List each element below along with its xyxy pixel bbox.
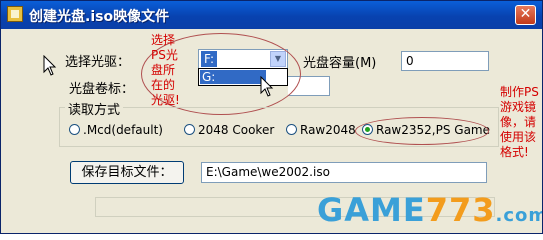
site-watermark: GAME773.com: [317, 191, 543, 229]
radio-raw2048[interactable]: Raw2048: [286, 123, 356, 139]
dialog-window: 创建光盘.iso映像文件 ✕ 选择光驱： F: ▼ G: 光盘容量(M) 0 光…: [0, 0, 543, 234]
read-mode-title: 读取方式: [65, 99, 124, 118]
window-title: 创建光盘.iso映像文件: [29, 9, 170, 25]
radio-label: Raw2048: [300, 123, 356, 137]
drive-annotation: 选择 PS光 盘所 在的 光驱!: [151, 33, 180, 107]
title-bar[interactable]: 创建光盘.iso映像文件 ✕: [1, 1, 542, 29]
mode-annotation: 制作PS 游戏镜 像，请 使用该 格式!: [500, 85, 539, 159]
radio-button-icon[interactable]: [69, 124, 80, 135]
volume-label: 光盘卷标：: [69, 82, 135, 97]
target-path-field[interactable]: E:\Game\we2002.iso: [201, 162, 487, 183]
capacity-label: 光盘容量(M): [303, 56, 377, 71]
mouse-pointer-icon: [43, 55, 57, 76]
radio-2048-cooker[interactable]: 2048 Cooker: [184, 123, 274, 139]
save-target-button[interactable]: 保存目标文件：: [70, 161, 184, 184]
close-button[interactable]: ✕: [515, 5, 536, 25]
radio-label: .Mcd(default): [83, 123, 163, 137]
capacity-field[interactable]: 0: [401, 51, 489, 71]
drive-label: 选择光驱：: [65, 55, 131, 70]
app-icon: [7, 6, 23, 22]
radio-mcd[interactable]: .Mcd(default): [69, 123, 163, 139]
mode-highlight-ellipse: [355, 117, 489, 145]
radio-button-icon[interactable]: [184, 124, 195, 135]
radio-button-icon[interactable]: [286, 124, 297, 135]
radio-label: 2048 Cooker: [198, 123, 275, 137]
